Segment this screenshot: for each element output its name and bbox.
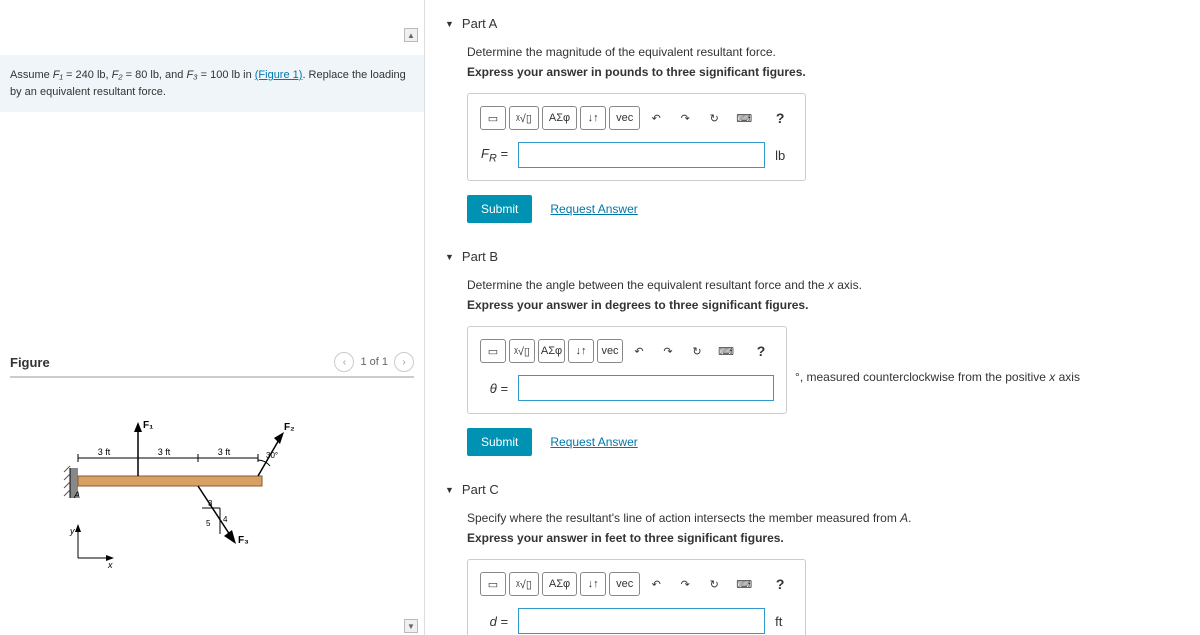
- svg-text:F₃: F₃: [238, 535, 249, 546]
- greek-icon[interactable]: ΑΣφ: [538, 339, 565, 363]
- svg-text:F₁: F₁: [143, 420, 153, 431]
- greek-icon[interactable]: ΑΣφ: [542, 106, 577, 130]
- arrows-icon[interactable]: ↓↑: [580, 106, 606, 130]
- help-icon[interactable]: ?: [748, 339, 774, 363]
- keyboard-icon[interactable]: ⌨: [713, 339, 739, 363]
- part-b-header[interactable]: ▼ Part B: [445, 243, 1180, 270]
- part-a-prompt: Determine the magnitude of the equivalen…: [467, 45, 1180, 59]
- undo-icon[interactable]: ↶: [643, 572, 669, 596]
- part-a-header[interactable]: ▼ Part A: [445, 10, 1180, 37]
- svg-text:3 ft: 3 ft: [218, 447, 231, 457]
- svg-text:4: 4: [223, 515, 228, 524]
- scroll-down[interactable]: ▼: [404, 619, 418, 633]
- figure-pager: ‹ 1 of 1 ›: [334, 352, 414, 372]
- unit-c: ft: [775, 614, 793, 629]
- request-answer-b[interactable]: Request Answer: [550, 435, 637, 449]
- sqrt-icon[interactable]: ᵡ√▯: [509, 339, 535, 363]
- reset-icon[interactable]: ↻: [684, 339, 710, 363]
- pager-next[interactable]: ›: [394, 352, 414, 372]
- figure-title: Figure: [10, 355, 50, 370]
- svg-text:3: 3: [208, 499, 213, 508]
- svg-text:3 ft: 3 ft: [158, 447, 171, 457]
- template-icon[interactable]: ▭: [480, 339, 506, 363]
- undo-icon[interactable]: ↶: [626, 339, 652, 363]
- answer-input-b[interactable]: [518, 375, 774, 401]
- toolbar-a: ▭ ᵡ√▯ ΑΣφ ↓↑ vec ↶ ↷ ↻ ⌨ ?: [480, 106, 793, 130]
- var-fr: FR =: [480, 146, 508, 165]
- arrows-icon[interactable]: ↓↑: [580, 572, 606, 596]
- toolbar-b: ▭ ᵡ√▯ ΑΣφ ↓↑ vec ↶ ↷ ↻ ⌨ ?: [480, 339, 774, 363]
- vec-icon[interactable]: vec: [597, 339, 623, 363]
- redo-icon[interactable]: ↷: [672, 572, 698, 596]
- figure-link[interactable]: (Figure 1): [255, 69, 303, 81]
- part-c-instruct: Express your answer in feet to three sig…: [467, 531, 1180, 545]
- part-a-instruct: Express your answer in pounds to three s…: [467, 65, 1180, 79]
- keyboard-icon[interactable]: ⌨: [730, 106, 758, 130]
- sqrt-icon[interactable]: ᵡ√▯: [509, 106, 539, 130]
- redo-icon[interactable]: ↷: [655, 339, 681, 363]
- svg-text:A: A: [73, 490, 80, 500]
- var-theta: θ =: [480, 381, 508, 396]
- help-icon[interactable]: ?: [767, 572, 793, 596]
- part-b-prompt: Determine the angle between the equivale…: [467, 278, 1180, 292]
- unit-b: °, measured counterclockwise from the po…: [795, 370, 1080, 384]
- svg-text:x: x: [107, 560, 113, 570]
- template-icon[interactable]: ▭: [480, 106, 506, 130]
- part-c-prompt: Specify where the resultant's line of ac…: [467, 511, 1180, 525]
- greek-icon[interactable]: ΑΣφ: [542, 572, 577, 596]
- pager-prev[interactable]: ‹: [334, 352, 354, 372]
- svg-text:5: 5: [206, 519, 211, 528]
- var-d: d =: [480, 614, 508, 629]
- vec-icon[interactable]: vec: [609, 106, 640, 130]
- answer-input-c[interactable]: [518, 608, 765, 634]
- undo-icon[interactable]: ↶: [643, 106, 669, 130]
- svg-text:3 ft: 3 ft: [98, 447, 111, 457]
- caret-down-icon: ▼: [445, 252, 454, 262]
- svg-text:F₂: F₂: [284, 422, 295, 433]
- request-answer-a[interactable]: Request Answer: [550, 202, 637, 216]
- redo-icon[interactable]: ↷: [672, 106, 698, 130]
- reset-icon[interactable]: ↻: [701, 106, 727, 130]
- reset-icon[interactable]: ↻: [701, 572, 727, 596]
- svg-text:30°: 30°: [266, 451, 278, 460]
- part-c-header[interactable]: ▼ Part C: [445, 476, 1180, 503]
- sqrt-icon[interactable]: ᵡ√▯: [509, 572, 539, 596]
- help-icon[interactable]: ?: [767, 106, 793, 130]
- arrows-icon[interactable]: ↓↑: [568, 339, 594, 363]
- submit-b[interactable]: Submit: [467, 428, 532, 456]
- part-b-instruct: Express your answer in degrees to three …: [467, 298, 1180, 312]
- vec-icon[interactable]: vec: [609, 572, 640, 596]
- answer-input-a[interactable]: [518, 142, 765, 168]
- toolbar-c: ▭ ᵡ√▯ ΑΣφ ↓↑ vec ↶ ↷ ↻ ⌨ ?: [480, 572, 793, 596]
- caret-down-icon: ▼: [445, 19, 454, 29]
- keyboard-icon[interactable]: ⌨: [730, 572, 758, 596]
- svg-text:y: y: [69, 526, 75, 536]
- caret-down-icon: ▼: [445, 485, 454, 495]
- figure-diagram: 3 ft 3 ft 3 ft F₁ F₂ 30° F₃: [10, 378, 414, 578]
- problem-statement: Assume F₁ = 240 lb, F₂ = 80 lb, and F₃ =…: [0, 55, 424, 112]
- unit-a: lb: [775, 148, 793, 163]
- template-icon[interactable]: ▭: [480, 572, 506, 596]
- scroll-up[interactable]: ▲: [404, 28, 418, 42]
- submit-a[interactable]: Submit: [467, 195, 532, 223]
